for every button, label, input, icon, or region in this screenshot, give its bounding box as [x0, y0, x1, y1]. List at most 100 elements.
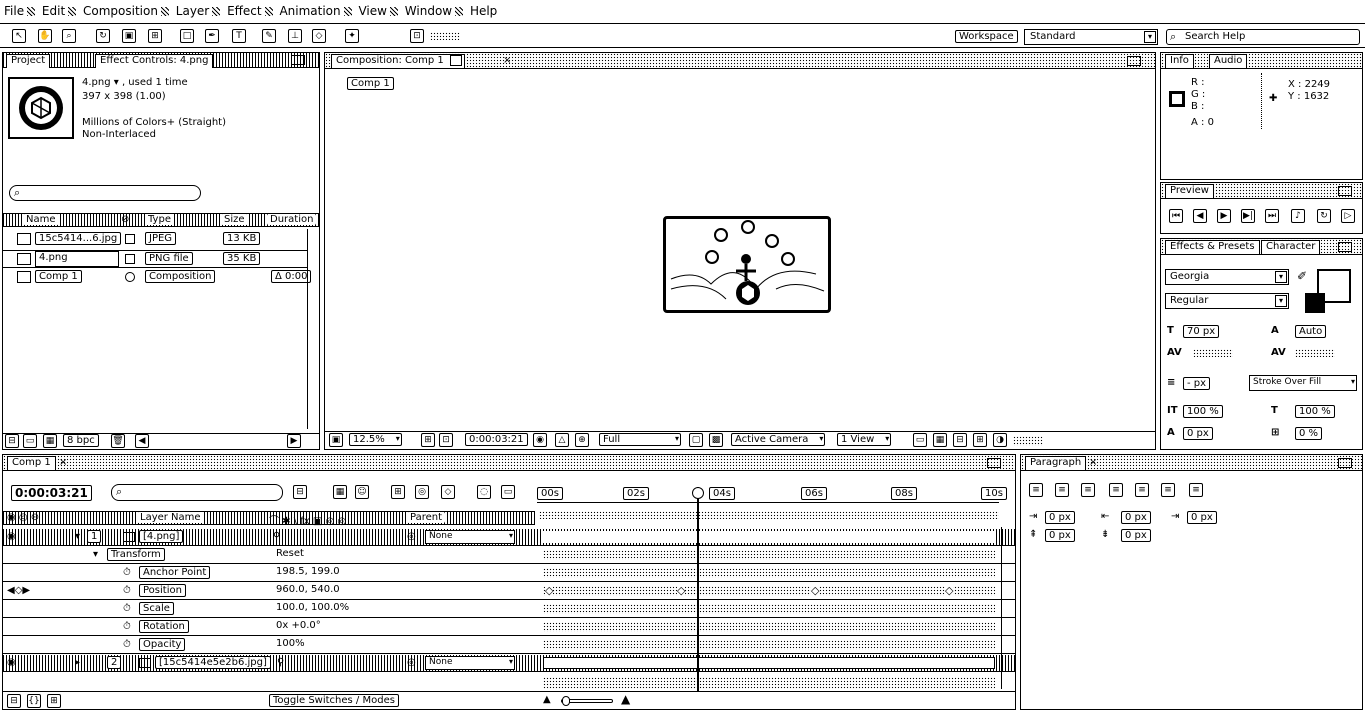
workspace-select[interactable]: Standard ▾: [1024, 29, 1158, 45]
label-icon[interactable]: ⊘: [121, 214, 129, 225]
show-snapshot-icon[interactable]: △: [555, 433, 569, 447]
zoom-in-icon[interactable]: ▲: [621, 692, 630, 706]
tab-project[interactable]: Project: [6, 54, 51, 68]
property-value[interactable]: 100%: [273, 638, 308, 649]
trash-icon[interactable]: 🗑: [111, 434, 125, 448]
motion-blur-icon[interactable]: ◎: [415, 485, 429, 499]
pickwhip-icon[interactable]: ◎: [407, 531, 416, 542]
justify-center-icon[interactable]: ≡: [1135, 483, 1149, 497]
graph-editor-icon[interactable]: ◌: [477, 485, 491, 499]
visibility-eye-icon[interactable]: ◉: [7, 657, 16, 668]
camera-tool-icon[interactable]: ▣: [122, 29, 136, 43]
expand-triangle-icon[interactable]: ▾: [75, 531, 80, 542]
panel-menu-icon[interactable]: [987, 458, 1001, 468]
property-value[interactable]: 100.0, 100.0%: [273, 602, 353, 613]
stopwatch-icon[interactable]: ⏱: [123, 567, 131, 578]
eraser-tool-icon[interactable]: ◇: [312, 29, 326, 43]
close-icon[interactable]: ×: [503, 55, 511, 66]
close-icon[interactable]: ×: [1089, 457, 1097, 468]
project-item-row[interactable]: Comp 1 Composition Δ 0:00: [3, 269, 312, 287]
zoom-tool-icon[interactable]: ⌕: [62, 29, 76, 43]
transparency-grid-icon[interactable]: ▩: [709, 433, 723, 447]
tab-audio[interactable]: Audio: [1209, 54, 1248, 68]
property-row[interactable]: ⏱ Scale 100.0, 100.0%: [3, 601, 1015, 618]
menu-edit[interactable]: Edit: [42, 4, 65, 18]
horizontal-scale-value[interactable]: 100 %: [1295, 405, 1335, 418]
layer-row[interactable]: ◉ ▸ 2 [15c5414e5e2b6.jpg] ⚲ ◎ None ▾: [3, 655, 1015, 672]
property-value[interactable]: 960.0, 540.0: [273, 584, 343, 595]
keyframe-navigator-icon[interactable]: ◀◇▶: [7, 585, 30, 596]
justify-left-icon[interactable]: ≡: [1109, 483, 1123, 497]
align-left-icon[interactable]: ≡: [1029, 483, 1043, 497]
frame-blending-icon[interactable]: ⊞: [391, 485, 405, 499]
scroll-right-icon[interactable]: ▶: [287, 434, 301, 448]
menu-file[interactable]: File: [4, 4, 24, 18]
search-help-box[interactable]: ⌕ Search Help: [1166, 29, 1360, 45]
expand-modes-icon[interactable]: {}: [27, 694, 41, 708]
justify-right-icon[interactable]: ≡: [1161, 483, 1175, 497]
col-parent[interactable]: Parent: [407, 512, 446, 523]
tab-composition[interactable]: Composition: Comp 1: [331, 54, 465, 68]
space-before-value[interactable]: 0 px: [1045, 529, 1075, 542]
view-layout-select[interactable]: 1 View ▾: [837, 433, 892, 446]
channel-icon[interactable]: ⊕: [575, 433, 589, 447]
layer-name[interactable]: [4.png]: [139, 530, 184, 543]
property-row[interactable]: ◀◇▶ ⏱ Position 960.0, 540.0 ◇ ◇ ◇ ◇: [3, 583, 1015, 600]
loop-icon[interactable]: ↻: [1317, 209, 1331, 223]
menu-view[interactable]: View: [358, 4, 386, 18]
stopwatch-icon[interactable]: ⏱: [123, 639, 131, 650]
layer-duration-bar[interactable]: [543, 531, 995, 543]
current-time-display[interactable]: 0:00:03:21: [465, 433, 528, 446]
toggle-switches-modes-button[interactable]: Toggle Switches / Modes: [269, 694, 399, 707]
menu-animation[interactable]: Animation: [279, 4, 340, 18]
layer-name[interactable]: [15c5414e5e2b6.jpg]: [155, 656, 271, 669]
font-size-value[interactable]: 70 px: [1183, 325, 1220, 338]
menu-window[interactable]: Window: [405, 4, 452, 18]
tab-timeline-comp[interactable]: Comp 1: [7, 456, 56, 470]
label-swatch[interactable]: [125, 254, 135, 264]
property-value[interactable]: 0x +0.0°: [273, 620, 324, 631]
col-size[interactable]: Size: [221, 214, 248, 225]
fast-previews-icon[interactable]: ▦: [933, 433, 947, 447]
zoom-select[interactable]: 12.5% ▾: [349, 433, 402, 446]
tab-paragraph[interactable]: Paragraph: [1025, 456, 1087, 470]
property-row[interactable]: ⏱ Opacity 100%: [3, 637, 1015, 654]
close-icon[interactable]: ×: [59, 457, 67, 468]
preview-toggle-icon[interactable]: ▣: [329, 433, 343, 447]
exposure-icon[interactable]: ◑: [993, 433, 1007, 447]
space-after-value[interactable]: 0 px: [1121, 529, 1151, 542]
play-icon[interactable]: ▶: [1217, 209, 1231, 223]
layer-row[interactable]: ◉ ▾ 1 [4.png] ⚲ ◎ None ▾: [3, 529, 1015, 546]
rectangle-tool-icon[interactable]: □: [180, 29, 194, 43]
tab-effects-presets[interactable]: Effects & Presets: [1165, 240, 1260, 254]
align-right-icon[interactable]: ≡: [1081, 483, 1095, 497]
tsume-value[interactable]: 0 %: [1295, 427, 1323, 440]
timeline-icon[interactable]: ⊟: [953, 433, 967, 447]
panel-menu-icon[interactable]: [291, 55, 305, 65]
tab-effect-controls[interactable]: Effect Controls: 4.png: [95, 54, 214, 68]
project-item-row[interactable]: 15c5414...6.jpg JPEG 13 KB: [3, 231, 307, 249]
shy-layers-icon[interactable]: ☺: [355, 485, 369, 499]
flowchart-icon[interactable]: ⊞: [973, 433, 987, 447]
previous-frame-icon[interactable]: ◀: [1193, 209, 1207, 223]
resolution-select[interactable]: Full ▾: [599, 433, 681, 446]
project-scrollbar[interactable]: [307, 229, 319, 429]
text-tool-icon[interactable]: T: [232, 29, 246, 43]
visibility-eye-icon[interactable]: ◉: [7, 531, 16, 542]
timeline-search-input[interactable]: ⌕: [111, 484, 283, 501]
indent-right-value[interactable]: 0 px: [1121, 511, 1151, 524]
stopwatch-icon[interactable]: ⏱: [123, 621, 131, 632]
menu-composition[interactable]: Composition: [83, 4, 158, 18]
keyframe-icon[interactable]: ◇: [811, 584, 820, 597]
puppet-tool-icon[interactable]: ✦: [345, 29, 359, 43]
label-swatch[interactable]: [125, 272, 135, 282]
clone-tool-icon[interactable]: ⊥: [288, 29, 302, 43]
next-frame-icon[interactable]: ▶|: [1241, 209, 1255, 223]
layer-switch-icon[interactable]: ⚲: [277, 657, 284, 668]
property-row[interactable]: ⏱ Anchor Point 198.5, 199.0: [3, 565, 1015, 582]
zoom-out-icon[interactable]: ▲: [543, 694, 551, 705]
auto-keyframe-icon[interactable]: ▭: [501, 485, 515, 499]
stopwatch-icon[interactable]: ⏱: [123, 603, 131, 614]
expand-layer-switches-icon[interactable]: ⊟: [7, 694, 21, 708]
toggle-pixel-aspect-icon[interactable]: ▭: [913, 433, 927, 447]
